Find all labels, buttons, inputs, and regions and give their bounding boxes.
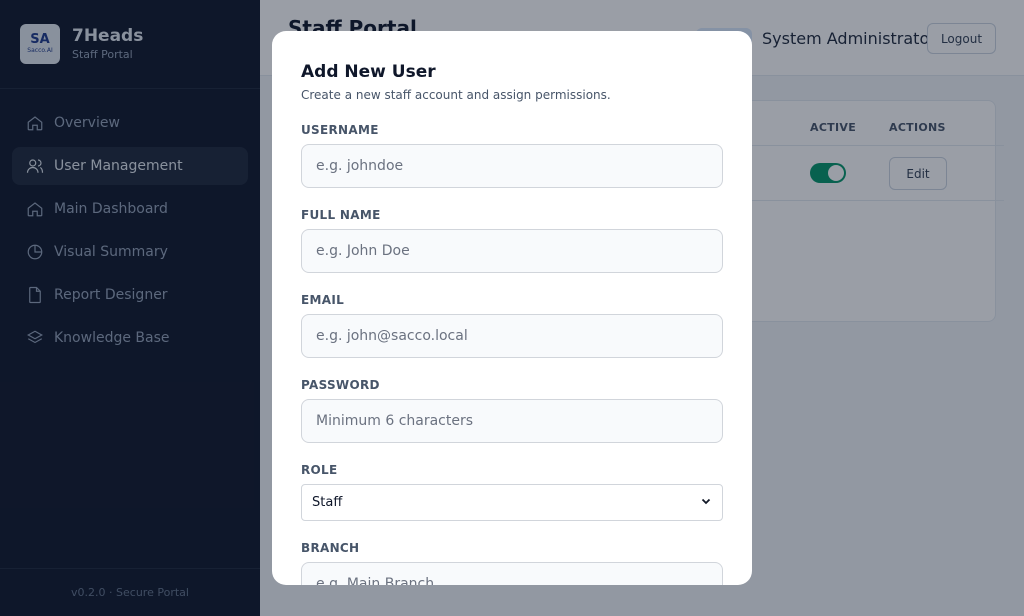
modal-title: Add New User <box>301 62 436 82</box>
email-input[interactable] <box>301 314 723 358</box>
branch-field-group: BRANCH <box>301 541 723 585</box>
full-name-label: FULL NAME <box>301 208 381 222</box>
role-select[interactable]: Staff <box>301 484 723 521</box>
username-field-group: USERNAME <box>301 123 723 188</box>
email-field-group: EMAIL <box>301 293 723 358</box>
modal-subtitle: Create a new staff account and assign pe… <box>301 88 611 102</box>
password-label: PASSWORD <box>301 378 380 392</box>
email-label: EMAIL <box>301 293 345 307</box>
role-select-value: Staff <box>312 495 343 510</box>
password-field-group: PASSWORD <box>301 378 723 443</box>
password-input[interactable] <box>301 399 723 443</box>
full-name-field-group: FULL NAME <box>301 208 723 273</box>
role-label: ROLE <box>301 463 338 477</box>
chevron-down-icon <box>700 495 712 511</box>
role-field-group: ROLE Staff <box>301 463 723 521</box>
branch-label: BRANCH <box>301 541 360 555</box>
username-label: USERNAME <box>301 123 379 137</box>
add-user-modal: Add New User Create a new staff account … <box>272 31 752 585</box>
username-input[interactable] <box>301 144 723 188</box>
full-name-input[interactable] <box>301 229 723 273</box>
branch-input[interactable] <box>301 562 723 585</box>
